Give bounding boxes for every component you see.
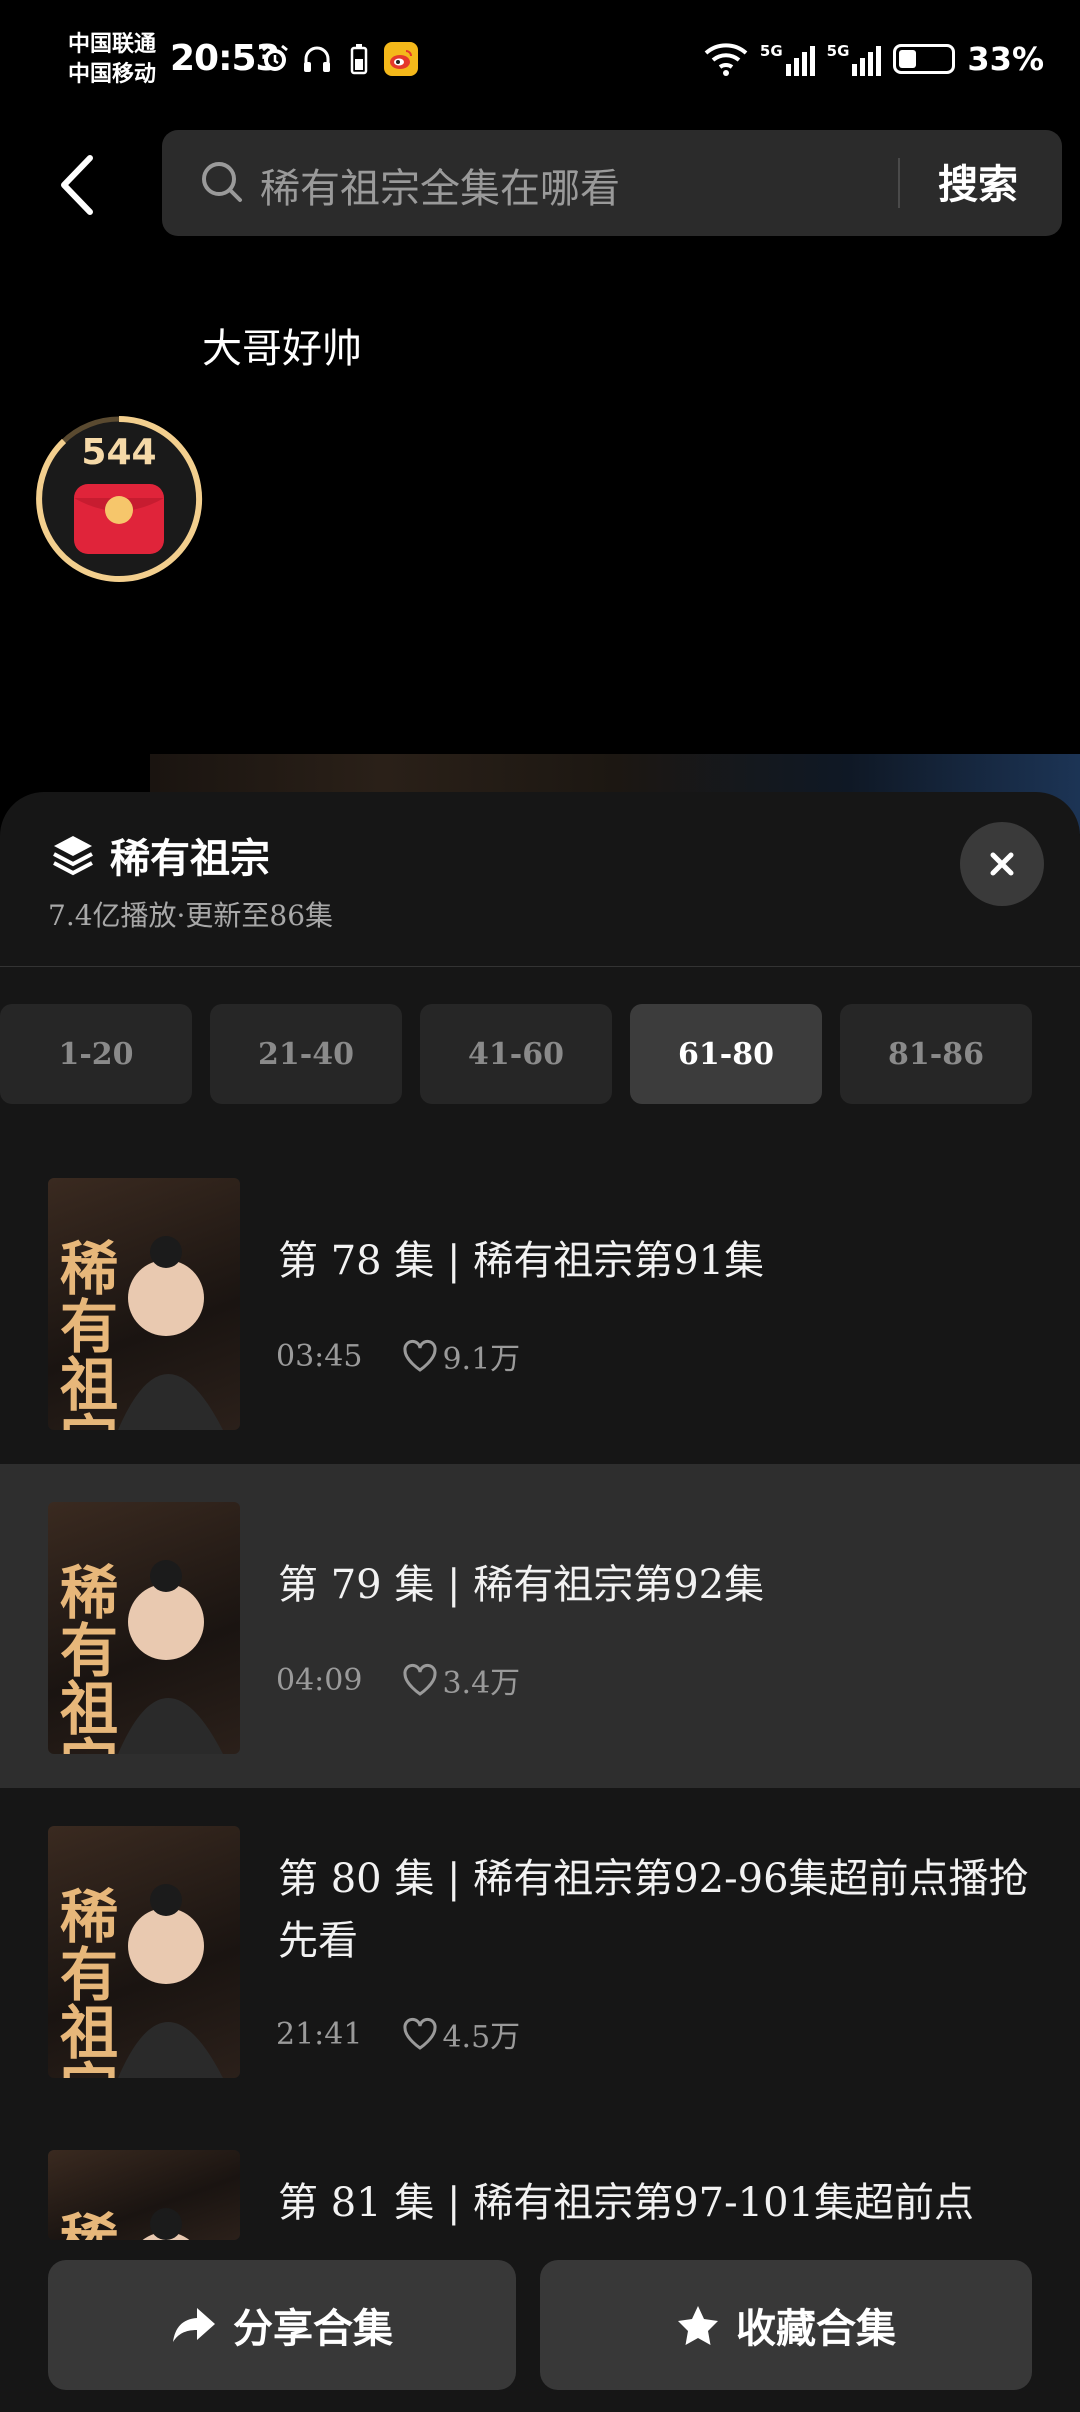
favorite-label: 收藏合集 bbox=[736, 2305, 896, 2352]
share-icon bbox=[173, 2308, 215, 2342]
episode-meta: 04:09 3.4万 bbox=[276, 1658, 520, 1702]
episode-title: 第 79 集 | 稀有祖宗第92集 bbox=[278, 1562, 765, 1608]
search-input[interactable]: 稀有祖宗全集在哪看 bbox=[260, 156, 620, 214]
back-button[interactable] bbox=[52, 150, 112, 220]
collection-title: 稀有祖宗 bbox=[110, 835, 270, 882]
headphones-icon bbox=[300, 42, 334, 76]
tab-61-80[interactable]: 61-80 bbox=[630, 1004, 822, 1104]
episode-duration: 04:09 bbox=[276, 1662, 363, 1698]
tab-41-60[interactable]: 41-60 bbox=[420, 1004, 612, 1104]
signal-2-icon: 5G bbox=[827, 42, 882, 76]
coin-count: 544 bbox=[81, 432, 157, 473]
search-icon bbox=[202, 162, 242, 202]
heart-icon bbox=[403, 1663, 437, 1696]
thumb-title-text: 稀有祖宗 bbox=[50, 1886, 118, 2078]
search-divider bbox=[898, 158, 900, 208]
signal-1-icon: 5G bbox=[760, 42, 815, 76]
panel-divider bbox=[0, 966, 1080, 967]
carrier-1: 中国联通 bbox=[68, 32, 157, 57]
author-name[interactable]: 大哥好帅 bbox=[202, 316, 362, 374]
status-app-icons bbox=[258, 42, 418, 76]
battery-percent: 33% bbox=[967, 40, 1044, 78]
heart-icon bbox=[403, 2017, 437, 2050]
small-battery-icon bbox=[342, 42, 376, 76]
episode-thumbnail: 稀有祖宗 bbox=[48, 1178, 240, 1430]
layers-icon bbox=[53, 836, 93, 876]
episode-likes: 9.1万 bbox=[402, 1334, 520, 1378]
weibo-icon bbox=[384, 42, 418, 76]
episode-meta: 03:45 9.1万 bbox=[276, 1334, 520, 1378]
episode-duration: 21:41 bbox=[276, 2016, 363, 2052]
episode-title: 第 78 集 | 稀有祖宗第91集 bbox=[278, 1238, 765, 1284]
thumb-title-text: 稀有祖宗 bbox=[50, 2210, 118, 2240]
likes-count: 3.4万 bbox=[442, 1666, 521, 1701]
episode-thumbnail: 稀有祖宗 bbox=[48, 1826, 240, 2078]
episode-thumbnail: 稀有祖宗 bbox=[48, 1502, 240, 1754]
episode-likes: 4.5万 bbox=[402, 2012, 520, 2056]
likes-count: 4.5万 bbox=[442, 2020, 521, 2055]
collection-subtitle: 7.4亿播放·更新至86集 bbox=[48, 899, 334, 932]
search-button[interactable]: 搜索 bbox=[938, 152, 1018, 210]
episode-title: 第 81 集 | 稀有祖宗第97-101集超前点 bbox=[278, 2180, 974, 2226]
status-right: 5G 5G 33% bbox=[704, 40, 1044, 78]
carrier-2: 中国移动 bbox=[68, 62, 157, 87]
thumb-title-text: 稀有祖宗 bbox=[50, 1562, 118, 1754]
heart-icon bbox=[403, 1339, 437, 1372]
episode-likes: 3.4万 bbox=[402, 1658, 520, 1702]
star-icon bbox=[678, 2306, 718, 2345]
likes-count: 9.1万 bbox=[442, 1342, 521, 1377]
tab-81-86[interactable]: 81-86 bbox=[840, 1004, 1032, 1104]
share-collection-button[interactable]: 分享合集 bbox=[48, 2260, 516, 2390]
battery-icon bbox=[893, 44, 956, 74]
alarm-icon bbox=[258, 42, 292, 76]
back-arrow-icon bbox=[61, 155, 93, 215]
episode-thumbnail: 稀有祖宗 bbox=[48, 2150, 240, 2240]
wifi-icon bbox=[704, 43, 748, 76]
carrier-labels: 中国联通 中国移动 bbox=[68, 30, 156, 90]
episode-duration: 03:45 bbox=[276, 1338, 363, 1374]
thumb-title-text: 稀有祖宗 bbox=[50, 1238, 118, 1430]
episode-meta: 21:41 4.5万 bbox=[276, 2012, 520, 2056]
tab-1-20[interactable]: 1-20 bbox=[0, 1004, 192, 1104]
favorite-collection-button[interactable]: 收藏合集 bbox=[540, 2260, 1032, 2390]
share-label: 分享合集 bbox=[233, 2305, 393, 2352]
episode-title: 第 80 集 | 稀有祖宗第92-96集超前点播抢先看 bbox=[278, 1856, 1029, 1964]
close-button[interactable] bbox=[960, 822, 1044, 906]
tab-21-40[interactable]: 21-40 bbox=[210, 1004, 402, 1104]
close-icon bbox=[990, 852, 1014, 876]
